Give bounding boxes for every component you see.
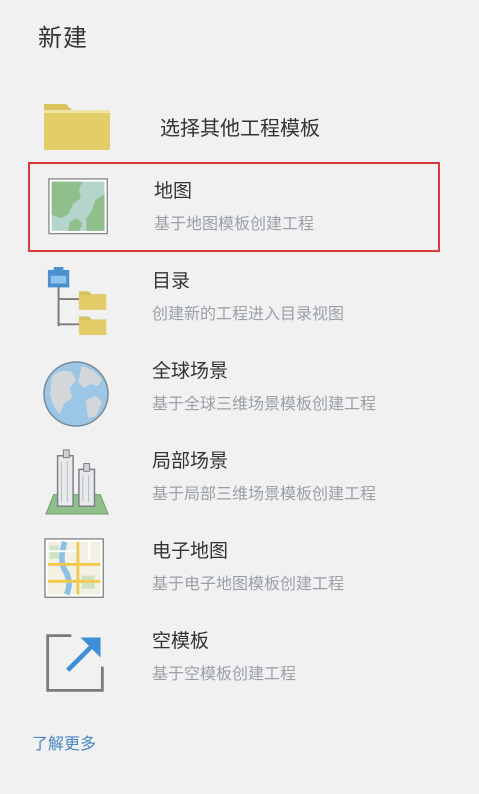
template-electronic-map-desc: 基于电子地图模板创建工程 [152,574,345,593]
blank-template-icon [46,634,104,692]
template-electronic-map-label: 电子地图 [152,540,229,562]
template-local-scene-label: 局部场景 [152,450,229,472]
template-blank-desc: 基于空模板创建工程 [152,664,297,683]
buildings-icon [45,449,109,515]
page-title: 新建 [38,24,88,52]
template-map-desc: 基于地图模板创建工程 [154,214,315,233]
template-electronic-map[interactable]: 电子地图 基于电子地图模板创建工程 [28,524,440,614]
learn-more-link[interactable]: 了解更多 [32,730,96,754]
template-catalog-label: 目录 [152,270,191,292]
template-local-scene[interactable]: 局部场景 基于局部三维场景模板创建工程 [28,434,440,524]
template-global-scene-label: 全球场景 [152,360,229,382]
template-catalog-desc: 创建新的工程进入目录视图 [152,304,345,323]
catalog-icon [47,267,107,335]
template-map-label: 地图 [154,180,193,202]
template-map[interactable]: 地图 基于地图模板创建工程 [28,162,440,252]
template-global-scene[interactable]: 全球场景 基于全球三维场景模板创建工程 [28,344,440,434]
template-catalog[interactable]: 目录 创建新的工程进入目录视图 [28,254,440,344]
map-icon [48,178,108,235]
globe-icon [43,361,109,427]
template-local-scene-desc: 基于局部三维场景模板创建工程 [152,484,377,503]
street-map-icon [44,538,104,598]
template-blank[interactable]: 空模板 基于空模板创建工程 [28,614,440,704]
template-global-scene-desc: 基于全球三维场景模板创建工程 [152,394,377,413]
template-blank-label: 空模板 [152,630,210,652]
folder-icon [44,104,110,150]
other-templates-label: 选择其他工程模板 [160,116,320,140]
